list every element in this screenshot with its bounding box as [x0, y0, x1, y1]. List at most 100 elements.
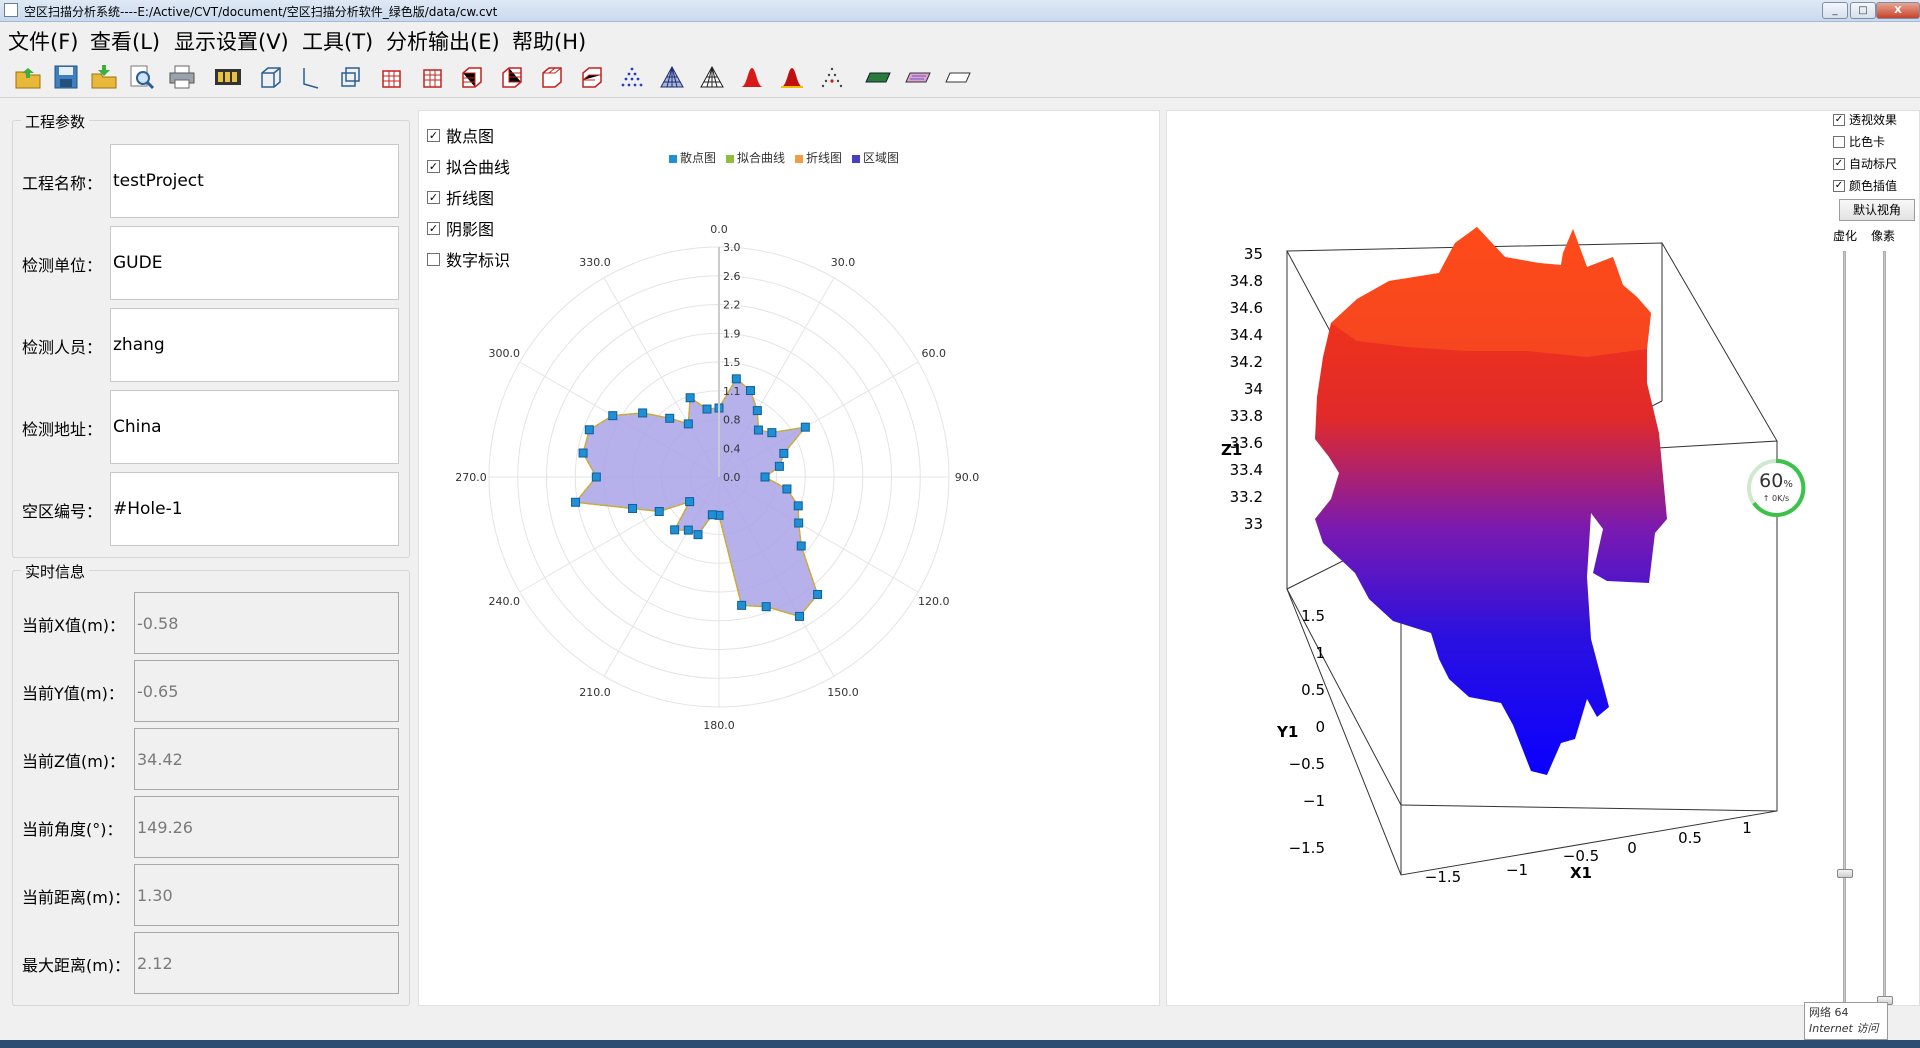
film-icon[interactable] [212, 62, 244, 92]
polar-scatter-point [752, 406, 762, 416]
line-chart-check-label: 折线图 [446, 189, 495, 208]
polar-angle-tick: 30.0 [831, 256, 856, 269]
point-cloud-icon[interactable] [616, 62, 648, 92]
red-peak-icon[interactable] [736, 62, 768, 92]
polar-angle-tick: 330.0 [579, 256, 611, 269]
print-icon[interactable] [166, 62, 198, 92]
menu-help[interactable]: 帮助(H) [512, 26, 586, 56]
z-axis-label: Z1 [1221, 441, 1242, 459]
perspective-option[interactable]: ✓ 透视效果 [1833, 111, 1897, 128]
polar-radial-tick: 0.4 [723, 442, 741, 455]
pink-plane-icon[interactable] [902, 62, 934, 92]
polar-angle-tick: 150.0 [827, 686, 859, 699]
grid-cube-5-icon[interactable] [536, 62, 568, 92]
realtime-info-title: 实时信息 [21, 561, 90, 582]
line-chart-checkbox[interactable]: ✓ 折线图 [427, 185, 494, 209]
polar-scatter-point [685, 497, 695, 507]
polar-scatter-point [578, 448, 588, 458]
legend-fit-curve: 拟合曲线 [726, 149, 785, 166]
mesh-icon[interactable] [656, 62, 688, 92]
cube-icon[interactable] [254, 62, 286, 92]
menu-tools[interactable]: 工具(T) [302, 26, 373, 56]
open-folder-icon[interactable] [12, 62, 44, 92]
project-name-label: 工程名称： [22, 174, 103, 193]
minimize-button[interactable]: _ [1822, 2, 1848, 19]
polar-scatter-point [683, 525, 693, 535]
default-view-button[interactable]: 默认视角 [1839, 199, 1915, 221]
polar-scatter-point [795, 611, 804, 621]
polar-chart: 0.0 30.0 60.0 90.0 120.0 150.0 180.0 210.0 240.0… [455, 223, 979, 732]
polar-scatter-point [737, 600, 747, 610]
mesh-2-icon[interactable] [696, 62, 728, 92]
polar-angle-tick: 60.0 [922, 347, 947, 360]
axis-icon[interactable] [294, 62, 326, 92]
z-tick-3: 34.4 [1230, 326, 1263, 344]
polar-radial-tick: 1.9 [723, 327, 741, 340]
y-axis-label: Y1 [1276, 723, 1298, 741]
auto-scale-option[interactable]: ✓ 自动标尺 [1833, 155, 1897, 172]
menu-display-settings[interactable]: 显示设置(V) [174, 26, 289, 56]
polar-scatter-point [608, 411, 618, 421]
menu-view[interactable]: 查看(L) [90, 26, 160, 56]
polar-radial-tick: 3.0 [723, 241, 741, 254]
grid-cube-3-icon[interactable] [456, 62, 488, 92]
3d-surface-plot: 35 34.8 34.6 34.4 34.2 34 33.8 33.6 33.4… [1221, 227, 1778, 886]
menu-file[interactable]: 文件(F) [8, 26, 78, 56]
network-tooltip: 网络 64 Internet 访问 [1804, 1002, 1888, 1040]
grid-cube-icon[interactable] [376, 62, 408, 92]
polar-scatter-point [702, 404, 712, 414]
z-tick-10: 33 [1244, 515, 1263, 533]
polar-scatter-point [796, 541, 806, 551]
inspection-unit-field[interactable]: GUDE [110, 226, 399, 300]
maximize-button[interactable]: □ [1850, 2, 1876, 19]
current-x-label: 当前X值(m)： [22, 616, 126, 635]
line-chart-check-box[interactable]: ✓ [427, 190, 440, 204]
pixel-slider-label: 像素 [1871, 229, 1896, 243]
red-peak-2-icon[interactable] [776, 62, 808, 92]
polar-scatter-point [793, 501, 803, 511]
inspector-field[interactable]: zhang [110, 308, 399, 382]
green-plane-icon[interactable] [862, 62, 894, 92]
grid-cube-4-icon[interactable] [496, 62, 528, 92]
polar-scatter-point [800, 422, 810, 432]
current-angle-field: 149.26 [134, 796, 399, 858]
polar-scatter-point [767, 428, 777, 438]
x-tick-3: 0 [1627, 839, 1637, 857]
polar-scatter-point [683, 419, 693, 429]
cavity-id-field[interactable]: #Hole-1 [110, 472, 399, 546]
current-angle-label: 当前角度(°)： [22, 820, 123, 839]
polar-radial-tick: 2.6 [723, 270, 741, 283]
menu-bar: 文件(F) 查看(L) 显示设置(V) 工具(T) 分析输出(E) 帮助(H) [0, 22, 1920, 54]
scatter-checkbox[interactable]: ✓ 散点图 [427, 123, 494, 147]
z-tick-0: 35 [1244, 245, 1263, 263]
white-plane-icon[interactable] [942, 62, 974, 92]
max-distance-label: 最大距离(m)： [22, 956, 131, 975]
color-card-option[interactable]: 比色卡 [1833, 133, 1885, 150]
blur-slider-track[interactable] [1843, 251, 1846, 1011]
inspection-address-field[interactable]: China [110, 390, 399, 464]
current-distance-label: 当前距离(m)： [22, 888, 131, 907]
x-tick-0: −1.5 [1425, 868, 1461, 886]
z-tick-1: 34.8 [1230, 272, 1263, 290]
cube-outline-icon[interactable] [334, 62, 366, 92]
project-name-field[interactable]: testProject [110, 144, 399, 218]
scatter-peak-icon[interactable] [816, 62, 848, 92]
blur-slider-thumb[interactable] [1837, 869, 1853, 878]
polar-angle-tick: 210.0 [579, 686, 611, 699]
polar-radial-tick: 1.1 [723, 385, 741, 398]
menu-analysis-output[interactable]: 分析输出(E) [386, 26, 500, 56]
status-bar [0, 1008, 1920, 1040]
pixel-slider-track[interactable] [1883, 251, 1886, 1011]
scatter-check-box[interactable]: ✓ [427, 128, 440, 142]
preview-icon[interactable] [126, 62, 158, 92]
color-interp-option[interactable]: ✓ 颜色插值 [1833, 177, 1897, 194]
y-tick-5: −1 [1303, 792, 1325, 810]
fit-curve-checkbox[interactable]: ✓ 拟合曲线 [427, 154, 510, 178]
grid-cube-2-icon[interactable] [416, 62, 448, 92]
save-icon[interactable] [50, 62, 82, 92]
close-button[interactable]: X [1876, 2, 1920, 19]
import-icon[interactable] [88, 62, 120, 92]
fit-curve-check-label: 拟合曲线 [446, 158, 511, 177]
grid-cube-6-icon[interactable] [576, 62, 608, 92]
fit-curve-check-box[interactable]: ✓ [427, 159, 440, 173]
